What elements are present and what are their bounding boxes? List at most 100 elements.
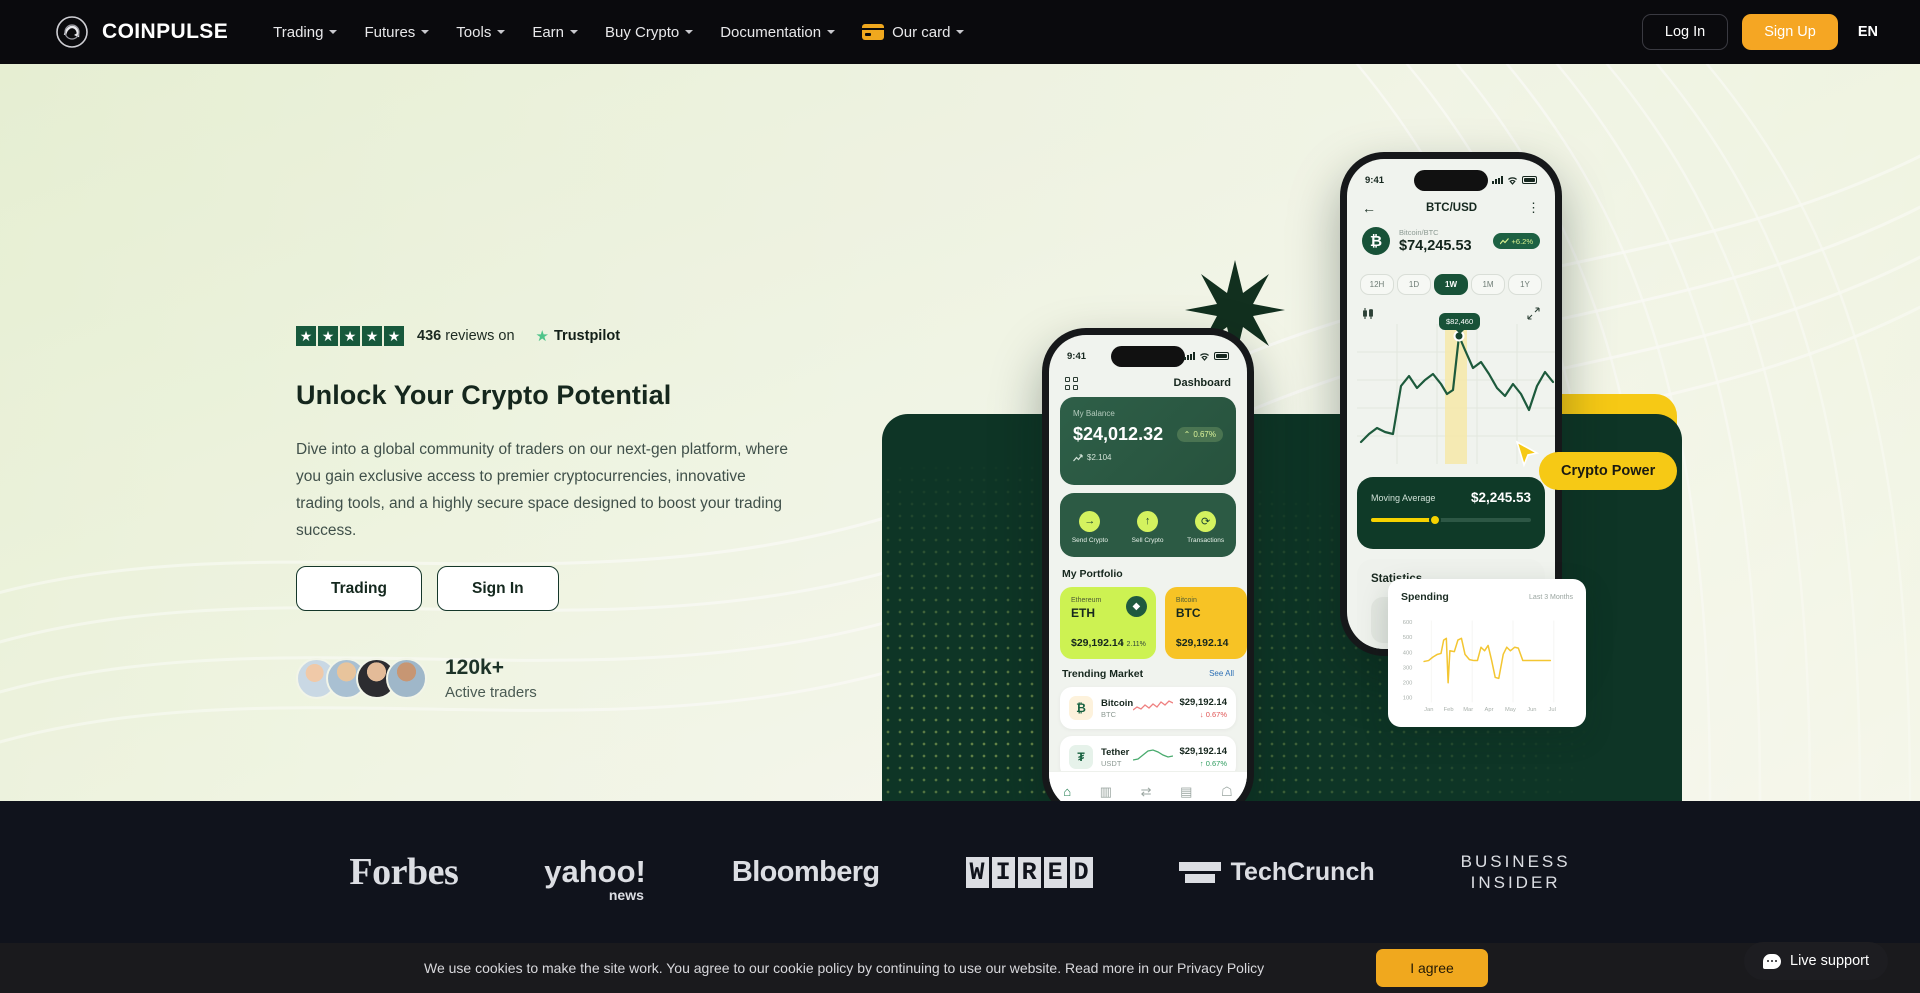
signin-button[interactable]: Sign In	[436, 566, 559, 611]
timeframe-selector: 12H 1D 1W 1M 1Y	[1360, 274, 1542, 295]
nav-item-buy-crypto[interactable]: Buy Crypto	[605, 24, 694, 41]
chevron-down-icon	[570, 30, 579, 34]
balance-amount: $24,012.32	[1073, 424, 1164, 444]
range-1m[interactable]: 1M	[1471, 274, 1505, 295]
live-support-button[interactable]: Live support	[1744, 942, 1888, 980]
wallet-icon[interactable]: ▤	[1180, 784, 1192, 800]
trustpilot-label: Trustpilot	[554, 328, 621, 344]
nav-label: Trading	[273, 23, 324, 41]
range-12h[interactable]: 12H	[1360, 274, 1394, 295]
svg-text:Jul: Jul	[1549, 707, 1556, 713]
svg-text:Jun: Jun	[1527, 707, 1536, 713]
sparkline-down	[1133, 698, 1174, 719]
moving-average-card: Moving Average $2,245.53	[1357, 477, 1545, 549]
arrow-right-icon: →	[1079, 510, 1101, 532]
action-send-crypto[interactable]: → Send Crypto	[1071, 510, 1108, 544]
nav-item-our-card[interactable]: Our card	[862, 24, 965, 41]
cookie-agree-button[interactable]: I agree	[1376, 949, 1488, 987]
range-1d[interactable]: 1D	[1397, 274, 1431, 295]
coin-change: ↑ 0.67%	[1199, 759, 1227, 768]
grid-menu-icon[interactable]	[1065, 376, 1078, 390]
status-icons	[1184, 352, 1229, 361]
crypto-power-badge[interactable]: Crypto Power	[1539, 452, 1678, 490]
moving-average-label: Moving Average	[1371, 492, 1436, 503]
login-button[interactable]: Log In	[1641, 14, 1729, 50]
chart-icon[interactable]: ▥	[1100, 784, 1112, 800]
nav-links: Trading Futures Tools Earn Buy Crypto Do…	[273, 23, 965, 41]
portfolio-card-btc[interactable]: Bitcoin BTC $29,192.14	[1164, 587, 1247, 659]
nav-actions: Log In Sign Up EN	[1641, 14, 1878, 50]
live-support-label: Live support	[1790, 953, 1869, 969]
moving-average-slider[interactable]	[1371, 514, 1531, 526]
profile-icon[interactable]: ☖	[1221, 784, 1233, 800]
swap-icon[interactable]: ⇄	[1141, 784, 1152, 800]
landing-page: COINPULSE Trading Futures Tools Earn Buy…	[0, 0, 1920, 993]
spending-period: Last 3 Months	[1529, 593, 1573, 601]
nav-item-documentation[interactable]: Documentation	[720, 24, 836, 41]
action-label: Send Crypto	[1071, 536, 1108, 544]
language-selector[interactable]: EN	[1858, 24, 1878, 40]
svg-text:200: 200	[1403, 681, 1413, 687]
action-sell-crypto[interactable]: ↑ Sell Crypto	[1132, 510, 1163, 544]
coin-values: $29,192.14 ↓ 0.67%	[1179, 697, 1227, 719]
nav-item-futures[interactable]: Futures	[364, 24, 430, 41]
more-options-icon[interactable]: ⋮	[1527, 200, 1540, 216]
avatar	[386, 658, 427, 699]
logo-forbes: Forbes	[349, 851, 459, 893]
cursor-pointer-icon	[1515, 440, 1540, 468]
trustpilot-brand: ★ Trustpilot	[536, 327, 621, 345]
tether-icon: ₮	[1069, 745, 1093, 769]
chevron-down-icon	[827, 30, 836, 34]
chevron-down-icon	[956, 30, 965, 34]
range-1y[interactable]: 1Y	[1508, 274, 1542, 295]
active-traders: 120k+ Active traders	[296, 656, 537, 701]
coin-change: ↑ 2.11%	[1121, 641, 1146, 648]
cookie-banner: We use cookies to make the site work. Yo…	[0, 943, 1920, 993]
chevron-down-icon	[497, 30, 506, 34]
arrow-up-icon: ↑	[1137, 510, 1159, 532]
svg-text:Mar: Mar	[1463, 707, 1473, 713]
balance-sub-value: $2.104	[1087, 453, 1112, 462]
sparkline-up	[1133, 747, 1174, 768]
signal-icon	[1184, 352, 1195, 360]
balance-change-badge: ⌃ 0.67%	[1176, 427, 1223, 442]
coin-change-badge: +6.2%	[1492, 233, 1540, 249]
reviews-text: 436 reviews on	[417, 328, 515, 344]
expand-icon	[1527, 307, 1540, 320]
see-all-link[interactable]: See All	[1209, 669, 1234, 678]
quick-actions: → Send Crypto ↑ Sell Crypto ⟳ Transactio…	[1060, 493, 1236, 557]
cookie-text: We use cookies to make the site work. Yo…	[424, 960, 1265, 976]
range-1w[interactable]: 1W	[1434, 274, 1468, 295]
back-arrow-icon[interactable]: ←	[1362, 200, 1376, 216]
balance-row: $24,012.32 ⌃ 0.67%	[1073, 424, 1223, 445]
svg-text:Apr: Apr	[1485, 707, 1494, 713]
svg-text:500: 500	[1403, 635, 1413, 641]
star-icon: ★	[318, 326, 338, 346]
signal-icon	[1492, 176, 1503, 184]
nav-item-trading[interactable]: Trading	[273, 23, 338, 41]
brand-logo[interactable]: COINPULSE	[55, 15, 228, 49]
nav-item-earn[interactable]: Earn	[532, 24, 579, 41]
portfolio-card-eth[interactable]: Ethereum ETH ◆ $29,192.14 ↑ 2.11%	[1060, 587, 1156, 659]
slider-fill	[1371, 518, 1432, 522]
spending-title: Spending	[1401, 591, 1449, 603]
wifi-icon	[1200, 352, 1209, 361]
techcrunch-mark-icon	[1178, 861, 1221, 883]
signup-button[interactable]: Sign Up	[1742, 14, 1838, 50]
pair-title: BTC/USD	[1425, 202, 1478, 214]
wired-letter: R	[1017, 856, 1041, 888]
logo-yahoo-news: yahoo! news	[544, 854, 646, 903]
trustpilot-rating[interactable]: ★ ★ ★ ★ ★ 436 reviews on ★ Trustpilot	[296, 326, 620, 346]
action-transactions[interactable]: ⟳ Transactions	[1187, 510, 1224, 544]
slider-knob[interactable]	[1428, 514, 1441, 526]
press-logos: Forbes yahoo! news Bloomberg W I R E D T…	[0, 801, 1920, 943]
table-row[interactable]: ₿ Bitcoin BTC $29,192.14 ↓ 0.67%	[1060, 687, 1236, 729]
coin-symbol: BTC	[1101, 709, 1116, 719]
nav-item-tools[interactable]: Tools	[456, 24, 506, 41]
home-icon[interactable]: ⌂	[1063, 784, 1071, 799]
ethereum-icon: ◆	[1125, 596, 1147, 617]
avatar-group	[296, 658, 427, 699]
logo-wired: W I R E D	[965, 856, 1093, 888]
spending-line-chart: 600 500 400 300 200 100 Jan Feb Mar Apr May Jun J…	[1403, 620, 1556, 713]
trading-button[interactable]: Trading	[296, 566, 422, 611]
